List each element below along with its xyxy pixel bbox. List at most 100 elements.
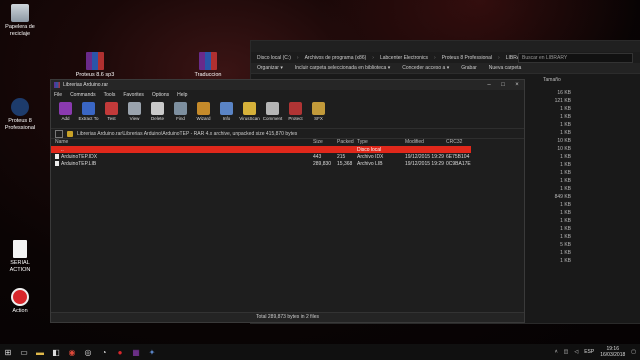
size-cell: 1 KB [560,154,571,160]
record-icon[interactable]: ● [112,344,128,360]
size-cell: 121 KB [554,98,571,104]
document-icon [13,240,27,258]
size-cell: 10 KB [557,146,571,152]
action-icon [11,288,29,306]
tool-virusscan-button[interactable]: VirusScan [239,99,260,125]
clock-app-icon[interactable]: ◔ [96,344,112,360]
action-shortcut[interactable]: Action [0,288,40,315]
explorer-titlebar[interactable] [251,41,640,52]
search-input[interactable]: Buscar en LIBRARY [518,53,633,63]
store-icon[interactable]: ◧ [48,344,64,360]
tool-label: Delete [150,116,164,121]
breadcrumb[interactable]: Disco local (C:) › Archivos de programa (… [251,52,640,63]
delete-icon [151,102,164,115]
tool-label: Info [222,116,231,121]
breadcrumb-item[interactable]: Archivos de programa (x86) [305,55,367,61]
tool-protect-button[interactable]: Protect [285,99,306,125]
column-packed[interactable]: Packed [337,138,354,146]
winrar-taskbar-icon[interactable]: ▦ [128,344,144,360]
winrar-titlebar[interactable]: Librerias Arduino.rar – □ × [51,80,524,90]
up-folder-icon[interactable] [55,129,63,138]
table-row[interactable]: ArduinoTEP.LIB 289,830 15,368 Archivo LIB 19… [51,160,471,167]
start-icon[interactable]: ⊞ [0,344,16,360]
tool-label: VirusScan [239,116,260,121]
serial-action-shortcut[interactable]: SERIAL ACTION [0,240,40,274]
tool-extract-to-button[interactable]: Extract To [78,99,99,125]
tool-info-button[interactable]: Info [216,99,237,125]
archive-path[interactable]: Librerias Arduino.rar\Librerias Arduino\… [77,131,297,137]
size-cell: 1 KB [560,226,571,232]
menu-help[interactable]: Help [177,92,187,98]
size-cell: 849 KB [554,194,571,200]
tool-delete-button[interactable]: Delete [147,99,168,125]
notifications-icon[interactable]: ▢ [631,349,636,355]
chevron-right-icon: › [372,54,374,61]
size-column-header[interactable]: Tamaño [543,77,561,83]
column-name[interactable]: Name [55,138,68,146]
chevron-up-icon[interactable]: ˄ [555,349,558,355]
taskbar: ⊞ ▭ ▬ ◧ ◉ ◎ ◔ ● ▦ ✦ ˄ ◫ ◁ ESP 19:16 16/0… [0,344,640,360]
tool-comment-button[interactable]: Comment [262,99,283,125]
close-icon[interactable]: × [510,80,524,90]
status-bar: Total 289,873 bytes in 2 files [51,312,524,322]
language-indicator[interactable]: ESP [584,349,594,355]
menu-file[interactable]: File [54,92,62,98]
explorer-toolbar: Organizar ▾ Incluir carpeta seleccionada… [251,63,640,74]
menu-favorites[interactable]: Favorites [123,92,144,98]
tool-wizard-button[interactable]: Wizard [193,99,214,125]
burn-button[interactable]: Grabar [461,65,477,71]
column-type[interactable]: Type [357,138,368,146]
recycle-bin-shortcut[interactable]: Papelera de reciclaje [0,4,40,38]
menu-tools[interactable]: Tools [104,92,116,98]
recycle-bin-icon [11,4,29,22]
size-cell: 1 KB [560,258,571,264]
column-crc[interactable]: CRC32 [446,138,462,146]
maximize-icon[interactable]: □ [496,80,510,90]
sfx-icon [312,102,325,115]
volume-icon[interactable]: ◁ [574,349,578,355]
menu-commands[interactable]: Commands [70,92,96,98]
recycle-bin-label: Papelera de reciclaje [5,24,35,37]
tool-test-button[interactable]: Test [101,99,122,125]
tool-sfx-button[interactable]: SFX [308,99,329,125]
breadcrumb-item[interactable]: Proteus 8 Professional [442,55,492,61]
task-view-icon[interactable]: ▭ [16,344,32,360]
tool-label: View [129,116,140,121]
comment-icon [266,102,279,115]
tool-label: Comment [262,116,283,121]
rar-archive-icon [86,52,104,70]
proteus-taskbar-icon[interactable]: ✦ [144,344,160,360]
include-library-button[interactable]: Incluir carpeta seleccionada en bibliote… [295,65,390,71]
table-row[interactable]: ArduinoTEP.IDX 443 215 Archivo IDX 19/12/201… [51,153,471,160]
tool-label: Extract To [78,116,99,121]
file-explorer-icon[interactable]: ▬ [32,344,48,360]
media-icon[interactable]: ◎ [80,344,96,360]
rar-archive-icon [199,52,217,70]
toolbar: Add Extract To Test View Delete Find Wizard Inf… [51,99,524,125]
system-tray: ˄ ◫ ◁ ESP 19:16 16/03/2018 ▢ [555,344,636,360]
tool-label: Protect [288,116,303,121]
clock[interactable]: 19:16 16/03/2018 [600,346,625,358]
share-button[interactable]: Conceder acceso a ▾ [402,65,449,71]
network-icon[interactable]: ◫ [564,349,569,355]
tool-find-button[interactable]: Find [170,99,191,125]
action-label: Action [12,308,28,314]
size-cell: 1 KB [560,218,571,224]
size-cell: 1 KB [560,114,571,120]
chrome-icon[interactable]: ◉ [64,344,80,360]
organize-button[interactable]: Organizar ▾ [257,65,283,71]
traduccion-shortcut[interactable]: Traduccion [188,52,228,79]
column-modified[interactable]: Modified [405,138,424,146]
breadcrumb-item[interactable]: Labcenter Electronics [380,55,428,61]
tool-add-button[interactable]: Add [55,99,76,125]
proteus-shortcut[interactable]: Proteus 8 Professional [0,98,40,132]
column-size[interactable]: Size [313,138,323,146]
minimize-icon[interactable]: – [482,80,496,90]
breadcrumb-item[interactable]: Disco local (C:) [257,55,291,61]
new-folder-button[interactable]: Nueva carpeta [489,65,522,71]
menu-options[interactable]: Options [152,92,169,98]
proteus-rar-shortcut[interactable]: Proteus 8.6 sp3 [75,52,115,79]
proteus-label: Proteus 8 Professional [4,118,36,131]
tool-view-button[interactable]: View [124,99,145,125]
table-row[interactable]: .. Disco local [51,146,471,153]
